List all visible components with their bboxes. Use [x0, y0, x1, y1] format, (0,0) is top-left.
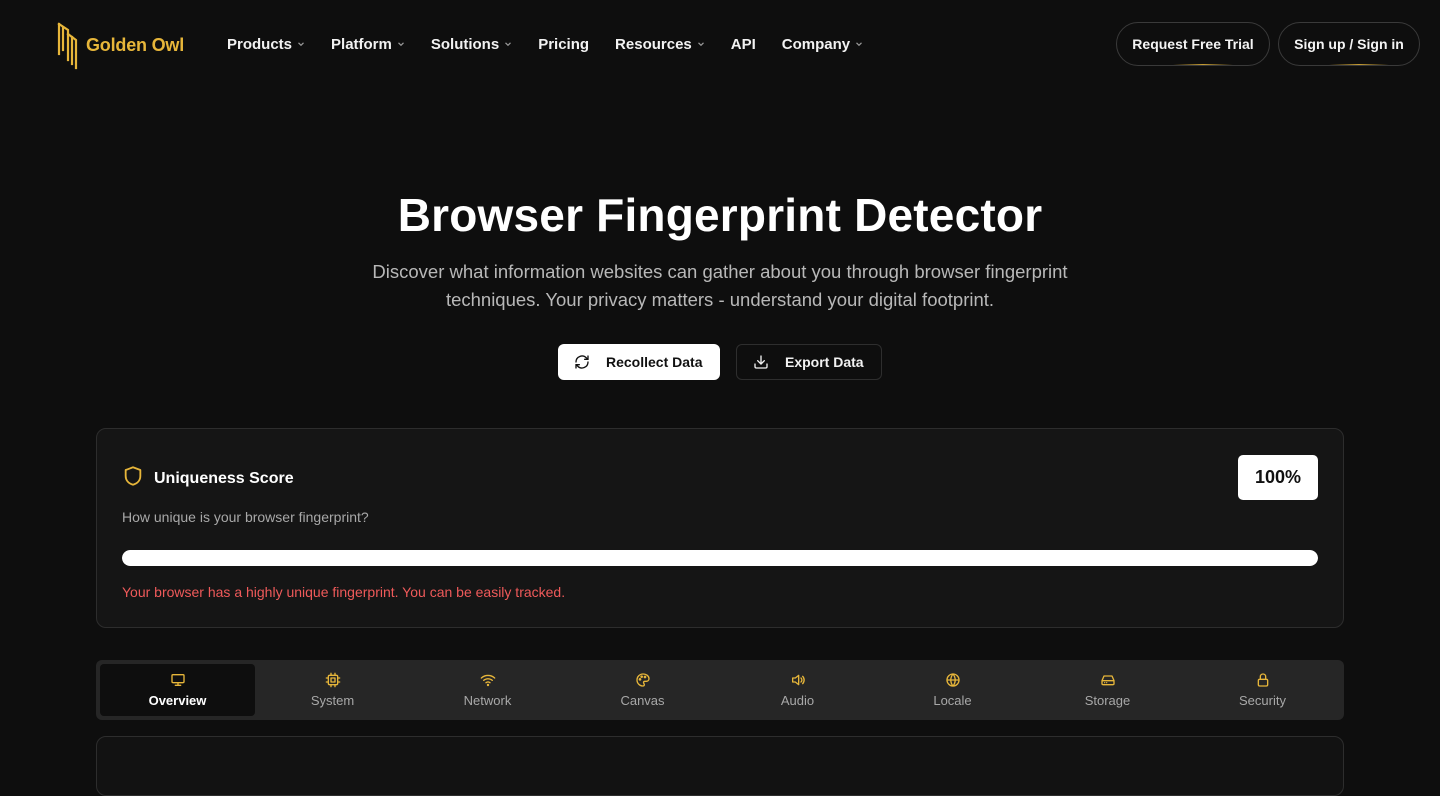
- globe-icon: [945, 672, 961, 688]
- tab-label: Locale: [933, 693, 972, 708]
- nav-label: Resources: [615, 35, 692, 53]
- page-subtitle: Discover what information websites can g…: [372, 261, 1068, 310]
- chevron-down-icon: [855, 40, 863, 48]
- chevron-down-icon: [504, 40, 512, 48]
- tab-locale[interactable]: Locale: [875, 664, 1030, 716]
- overview-panel: [96, 736, 1344, 796]
- nav-platform[interactable]: Platform: [318, 32, 418, 56]
- action-row: Recollect Data Export Data: [0, 344, 1440, 380]
- tab-network[interactable]: Network: [410, 664, 565, 716]
- tab-label: System: [310, 693, 355, 708]
- nav-products[interactable]: Products: [214, 32, 318, 56]
- brand-logo[interactable]: Golden Owl: [56, 20, 184, 70]
- tab-canvas[interactable]: Canvas: [565, 664, 720, 716]
- score-badge: 100%: [1238, 455, 1318, 500]
- nav-solutions[interactable]: Solutions: [418, 32, 525, 56]
- uniqueness-card: Uniqueness Score 100% How unique is your…: [96, 428, 1344, 628]
- recollect-data-button[interactable]: Recollect Data: [558, 344, 720, 380]
- nav-label: Products: [227, 35, 293, 53]
- request-trial-button[interactable]: Request Free Trial: [1116, 22, 1270, 66]
- cpu-icon: [325, 672, 341, 688]
- nav-label: Company: [781, 35, 851, 53]
- chevron-down-icon: [697, 40, 705, 48]
- owl-logo-icon: [56, 20, 80, 70]
- main-nav: Products Platform Solutions Pricing Reso…: [214, 32, 876, 56]
- chevron-down-icon: [297, 40, 305, 48]
- tab-system[interactable]: System: [255, 664, 410, 716]
- card-title: Uniqueness Score: [154, 469, 294, 487]
- tab-label: Storage: [1084, 693, 1131, 708]
- nav-resources[interactable]: Resources: [602, 32, 718, 56]
- card-header: Uniqueness Score: [122, 465, 294, 492]
- export-data-button[interactable]: Export Data: [736, 344, 882, 380]
- page-title: Browser Fingerprint Detector: [397, 189, 1043, 241]
- tab-audio[interactable]: Audio: [720, 664, 875, 716]
- speaker-icon: [790, 672, 806, 688]
- hard-drive-icon: [1100, 672, 1116, 688]
- sign-in-button[interactable]: Sign up / Sign in: [1278, 22, 1420, 66]
- palette-icon: [635, 672, 651, 688]
- refresh-icon: [574, 354, 590, 370]
- nav-pricing[interactable]: Pricing: [525, 32, 602, 56]
- monitor-icon: [170, 672, 186, 688]
- tab-label: Canvas: [620, 693, 665, 708]
- brand-name: Golden Owl: [86, 34, 185, 55]
- tab-storage[interactable]: Storage: [1030, 664, 1185, 716]
- nav-label: API: [730, 35, 756, 53]
- nav-company[interactable]: Company: [769, 32, 876, 56]
- nav-label: Pricing: [538, 35, 590, 53]
- download-icon: [753, 354, 769, 370]
- uniqueness-progress-bar: [122, 550, 1318, 566]
- tab-overview[interactable]: Overview: [100, 664, 255, 716]
- tab-label: Overview: [148, 693, 207, 708]
- tab-security[interactable]: Security: [1185, 664, 1340, 716]
- recollect-label: Recollect Data: [606, 354, 703, 370]
- nav-label: Platform: [331, 35, 392, 53]
- tab-label: Audio: [780, 693, 815, 708]
- tab-label: Network: [463, 693, 512, 708]
- tab-label: Security: [1239, 693, 1286, 708]
- nav-api[interactable]: API: [718, 32, 769, 56]
- tracking-warning: Your browser has a highly unique fingerp…: [122, 584, 566, 600]
- category-tabs: Overview System Network Canvas Audio Loc…: [96, 660, 1344, 720]
- nav-label: Solutions: [430, 35, 500, 53]
- site-header: Golden Owl Products Platform Solutions P…: [0, 0, 1440, 90]
- progress-fill: [122, 550, 1318, 566]
- lock-icon: [1255, 672, 1271, 688]
- card-description: How unique is your browser fingerprint?: [122, 509, 369, 525]
- chevron-down-icon: [397, 40, 405, 48]
- export-label: Export Data: [785, 354, 864, 370]
- shield-icon: [122, 465, 144, 492]
- wifi-icon: [480, 672, 496, 688]
